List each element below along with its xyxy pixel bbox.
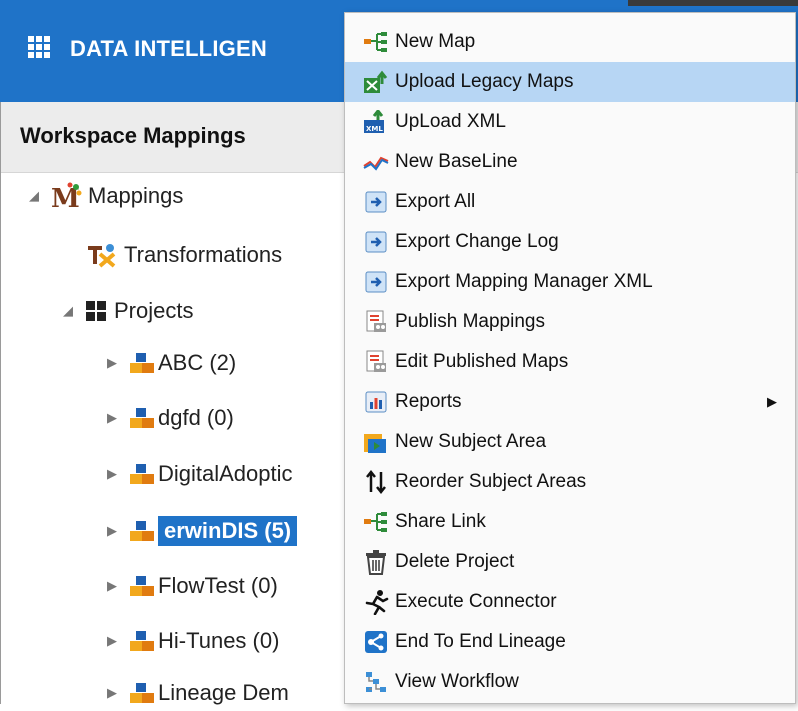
- menu-label: Export All: [395, 191, 476, 212]
- menu-item-delete-project[interactable]: Delete Project: [345, 542, 795, 582]
- menu-label: Publish Mappings: [395, 311, 545, 332]
- menu-label: Reorder Subject Areas: [395, 471, 587, 492]
- menu-item-execute-connector[interactable]: Execute Connector: [345, 582, 795, 622]
- new-map-icon: [363, 29, 389, 55]
- collapse-caret-icon[interactable]: ▶: [106, 410, 118, 426]
- menu-item-end-to-end-lineage[interactable]: End To End Lineage: [345, 622, 795, 662]
- collapse-caret-icon[interactable]: ▶: [106, 355, 118, 371]
- tree-label: DigitalAdoptic: [158, 461, 293, 486]
- tree-node-projects[interactable]: ◢ Projects: [62, 293, 193, 329]
- menu-label: Delete Project: [395, 551, 515, 572]
- mappings-icon: M: [50, 182, 82, 214]
- svg-text:XML: XML: [366, 125, 383, 133]
- export-icon: [363, 189, 389, 215]
- menu-item-edit-published-maps[interactable]: Edit Published Maps: [345, 342, 795, 382]
- submenu-arrow-icon: ▶: [767, 394, 777, 409]
- tree-node-mappings[interactable]: ◢ M Mappings: [28, 178, 183, 214]
- project-icon: [128, 462, 154, 486]
- tree-label: Hi-Tunes (0): [158, 628, 280, 653]
- menu-label: End To End Lineage: [395, 631, 566, 652]
- expand-caret-icon[interactable]: ◢: [62, 303, 74, 319]
- trash-icon: [363, 549, 389, 575]
- tree-item-project[interactable]: ▶ FlowTest (0): [106, 568, 278, 604]
- menu-item-publish-mappings[interactable]: Publish Mappings: [345, 302, 795, 342]
- upload-xml-icon: XML: [363, 109, 389, 135]
- menu-item-new-baseline[interactable]: New BaseLine: [345, 142, 795, 182]
- project-icon: [128, 629, 154, 653]
- tree-label: Transformations: [124, 242, 283, 267]
- collapse-caret-icon[interactable]: ▶: [106, 523, 118, 539]
- publish-icon: [363, 349, 389, 375]
- reports-icon: [363, 389, 389, 415]
- transformations-icon: [86, 242, 118, 268]
- runner-icon: [363, 589, 389, 615]
- tree-label: Projects: [114, 298, 194, 323]
- export-icon: [363, 269, 389, 295]
- menu-label: Upload Legacy Maps: [395, 71, 574, 92]
- tree-node-transformations[interactable]: Transformations: [86, 237, 282, 273]
- menu-item-new-map[interactable]: New Map: [345, 22, 795, 62]
- tree-item-project-selected[interactable]: ▶ erwinDIS (5): [106, 513, 298, 549]
- app-grid-icon[interactable]: [28, 36, 50, 58]
- projects-icon: [84, 299, 108, 323]
- lineage-icon: [363, 629, 389, 655]
- menu-item-view-workflow[interactable]: View Workflow: [345, 662, 795, 702]
- project-icon: [128, 406, 154, 430]
- menu-label: Export Change Log: [395, 231, 559, 252]
- menu-label: New Map: [395, 31, 476, 52]
- menu-item-export-mapping-manager-xml[interactable]: Export Mapping Manager XML: [345, 262, 795, 302]
- menu-label: View Workflow: [395, 671, 519, 692]
- workspace-title: Workspace Mappings: [20, 123, 246, 148]
- menu-item-upload-xml[interactable]: XML UpLoad XML: [345, 102, 795, 142]
- menu-label: UpLoad XML: [395, 111, 506, 132]
- menu-item-upload-legacy-maps[interactable]: Upload Legacy Maps: [345, 62, 795, 102]
- menu-label: Edit Published Maps: [395, 351, 569, 372]
- menu-item-export-all[interactable]: Export All: [345, 182, 795, 222]
- tree-item-project[interactable]: ▶ DigitalAdoptic: [106, 456, 293, 492]
- header-strip: [628, 0, 798, 6]
- tree-label: Mappings: [88, 183, 184, 208]
- expand-caret-icon[interactable]: ◢: [28, 188, 40, 204]
- panel-border: [0, 102, 1, 704]
- project-icon: [128, 574, 154, 598]
- context-menu: New Map Upload Legacy Maps XML UpLoad XM…: [344, 12, 796, 704]
- tree-label: FlowTest (0): [158, 573, 278, 598]
- menu-label: Export Mapping Manager XML: [395, 271, 653, 292]
- project-icon: [128, 351, 154, 375]
- tree-label: Lineage Dem: [158, 680, 289, 705]
- collapse-caret-icon[interactable]: ▶: [106, 633, 118, 649]
- upload-legacy-icon: [363, 69, 389, 95]
- workflow-icon: [363, 669, 389, 695]
- menu-label: Reports: [395, 391, 462, 412]
- menu-item-new-subject-area[interactable]: New Subject Area: [345, 422, 795, 462]
- menu-item-reorder-subject-areas[interactable]: Reorder Subject Areas: [345, 462, 795, 502]
- project-icon: [128, 681, 154, 705]
- collapse-caret-icon[interactable]: ▶: [106, 466, 118, 482]
- publish-icon: [363, 309, 389, 335]
- menu-item-reports[interactable]: Reports ▶: [345, 382, 795, 422]
- tree-item-project[interactable]: ▶ Lineage Dem: [106, 675, 289, 711]
- project-icon: [128, 519, 154, 543]
- app-title: DATA INTELLIGEN: [70, 36, 267, 61]
- tree-label: ABC (2): [158, 350, 237, 375]
- collapse-caret-icon[interactable]: ▶: [106, 578, 118, 594]
- export-icon: [363, 229, 389, 255]
- baseline-icon: [363, 149, 389, 175]
- menu-label: Share Link: [395, 511, 486, 532]
- menu-label: Execute Connector: [395, 591, 557, 612]
- reorder-icon: [363, 469, 389, 495]
- collapse-caret-icon[interactable]: ▶: [106, 685, 118, 701]
- tree-item-project[interactable]: ▶ ABC (2): [106, 345, 236, 381]
- menu-label: New BaseLine: [395, 151, 518, 172]
- subject-area-icon: [363, 429, 389, 455]
- menu-item-export-change-log[interactable]: Export Change Log: [345, 222, 795, 262]
- tree-item-project[interactable]: ▶ Hi-Tunes (0): [106, 623, 279, 659]
- share-link-icon: [363, 509, 389, 535]
- menu-item-share-link[interactable]: Share Link: [345, 502, 795, 542]
- tree-item-project[interactable]: ▶ dgfd (0): [106, 400, 234, 436]
- tree-label: dgfd (0): [158, 405, 234, 430]
- menu-label: New Subject Area: [395, 431, 547, 452]
- tree-label: erwinDIS (5): [158, 516, 298, 546]
